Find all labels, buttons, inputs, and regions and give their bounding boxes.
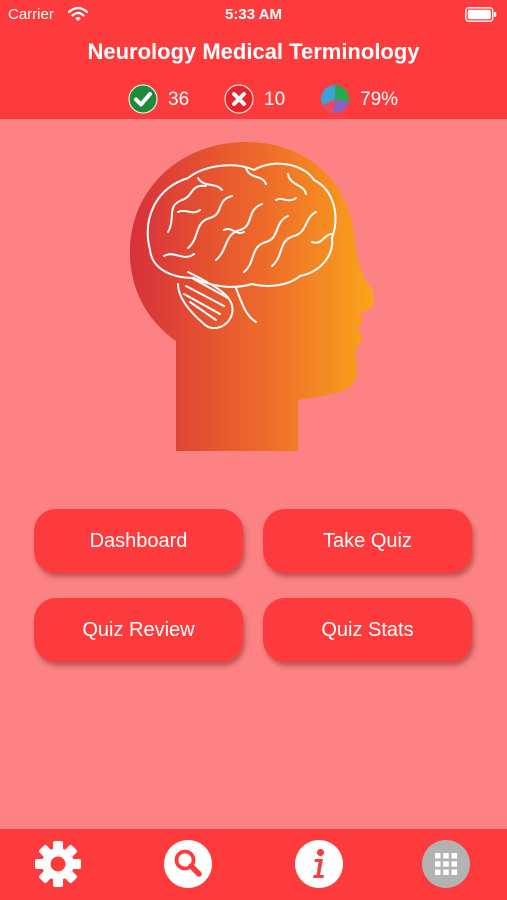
battery-icon — [465, 7, 497, 22]
search-icon — [164, 840, 212, 888]
grid-icon — [422, 840, 470, 888]
settings-tab[interactable] — [33, 839, 83, 889]
brain-head-illustration — [129, 142, 375, 451]
info-tab[interactable] — [294, 839, 344, 889]
info-icon — [295, 840, 343, 888]
app-header: Carrier 5:33 AM Neurology Medical Termin… — [0, 0, 507, 119]
app-title: Neurology Medical Terminology — [87, 39, 420, 64]
quiz-review-button[interactable]: Quiz Review — [34, 598, 243, 662]
cross-icon — [224, 84, 254, 114]
search-tab[interactable] — [163, 839, 213, 889]
take-quiz-button[interactable]: Take Quiz — [263, 509, 472, 573]
bottom-tab-bar — [0, 829, 507, 900]
gear-icon — [35, 841, 81, 887]
wrong-count-value: 10 — [264, 89, 286, 110]
checkmark-icon — [128, 84, 158, 114]
score-percentage-value: 79% — [360, 89, 399, 110]
status-bar: Carrier 5:33 AM — [0, 0, 507, 30]
more-apps-tab[interactable] — [421, 839, 471, 889]
score-summary: 36 10 79% — [0, 82, 507, 116]
status-time: 5:33 AM — [225, 6, 282, 23]
pie-chart-icon — [321, 84, 350, 114]
quiz-stats-button[interactable]: Quiz Stats — [263, 598, 472, 662]
dashboard-button[interactable]: Dashboard — [34, 509, 243, 573]
correct-count-value: 36 — [168, 89, 190, 110]
